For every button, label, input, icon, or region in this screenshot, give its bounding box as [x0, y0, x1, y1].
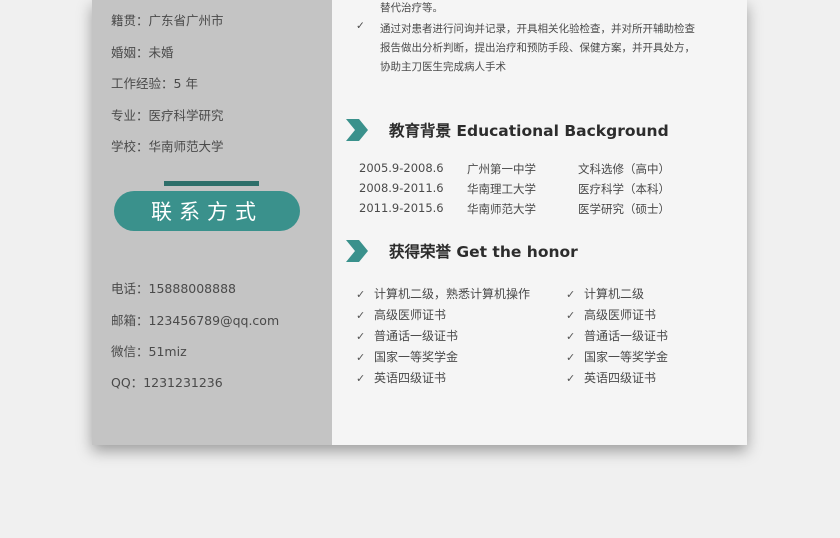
honor-item: ✓ 国家一等奖学金 — [566, 348, 668, 365]
resume-page: 籍贯：广东省广州市 婚姻：未婚 工作经验：5 年 专业：医疗科学研究 学校：华南… — [92, 0, 747, 445]
info-label: 婚姻： — [111, 45, 149, 60]
honor-item: ✓ 普通话一级证书 — [356, 327, 458, 344]
info-value: 5 年 — [173, 76, 198, 91]
honor-text: 高级医师证书 — [374, 308, 447, 322]
check-icon: ✓ — [356, 372, 366, 385]
info-value: 医疗科学研究 — [148, 108, 224, 123]
honor-item: ✓ 国家一等奖学金 — [356, 348, 458, 365]
honors-heading: 获得荣誉 Get the honor — [346, 240, 578, 262]
honor-item: ✓ 英语四级证书 — [356, 369, 446, 386]
contact-value: 15888008888 — [148, 281, 236, 296]
contact-value: 1231231236 — [143, 375, 223, 390]
honor-item: ✓ 高级医师证书 — [356, 306, 446, 323]
edu-period: 2005.9-2008.6 — [359, 161, 444, 175]
edu-school: 华南师范大学 — [467, 202, 536, 216]
info-label: 专业： — [111, 108, 149, 123]
honor-item: ✓ 计算机二级 — [566, 285, 644, 302]
honor-text: 计算机二级 — [584, 287, 645, 301]
edu-school: 广州第一中学 — [467, 162, 536, 176]
contact-phone: 电话：15888008888 — [111, 278, 236, 297]
info-value: 未婚 — [148, 45, 174, 60]
contact-email: 邮箱：123456789@qq.com — [111, 310, 279, 329]
check-icon: ✓ — [356, 309, 366, 322]
edu-period: 2008.9-2011.6 — [359, 181, 444, 195]
info-hometown: 籍贯：广东省广州市 — [111, 10, 224, 29]
check-icon: ✓ — [356, 330, 366, 343]
main-content: 替代治疗等。 ✓ 通过对患者进行问询并记录，开具相关化验检查，并对所开辅助检查 … — [332, 0, 747, 445]
info-label: 籍贯： — [111, 13, 149, 28]
info-value: 广东省广州市 — [148, 13, 224, 28]
honor-item: ✓ 计算机二级，熟悉计算机操作 — [356, 285, 530, 302]
work-line: 报告做出分析判断，提出治疗和预防手段、保健方案，并开具处方， — [380, 42, 695, 54]
edu-major: 文科选修（高中） — [578, 162, 670, 176]
check-icon: ✓ — [356, 351, 366, 364]
chevron-right-icon — [346, 240, 368, 262]
honor-text: 英语四级证书 — [374, 371, 447, 385]
contact-heading: 联系方式 — [114, 191, 300, 231]
info-value: 华南师范大学 — [148, 139, 224, 154]
section-title: 获得荣誉 Get the honor — [389, 243, 578, 261]
honor-item: ✓ 普通话一级证书 — [566, 327, 668, 344]
chevron-right-icon — [346, 119, 368, 141]
contact-value: 123456789@qq.com — [148, 313, 280, 328]
work-top-line: 替代治疗等。 — [380, 2, 443, 14]
info-label: 工作经验： — [111, 76, 174, 91]
info-school: 学校：华南师范大学 — [111, 136, 224, 155]
check-icon: ✓ — [356, 288, 366, 301]
edu-major: 医疗科学（本科） — [578, 182, 670, 196]
education-heading: 教育背景 Educational Background — [346, 119, 669, 141]
check-icon: ✓ — [566, 372, 576, 385]
contact-qq: QQ：1231231236 — [111, 372, 223, 391]
info-experience: 工作经验：5 年 — [111, 73, 198, 92]
sidebar: 籍贯：广东省广州市 婚姻：未婚 工作经验：5 年 专业：医疗科学研究 学校：华南… — [92, 0, 332, 445]
honor-text: 英语四级证书 — [584, 371, 657, 385]
contact-accent-bar — [164, 181, 259, 186]
contact-wechat: 微信：51miz — [111, 341, 187, 360]
contact-label: QQ： — [111, 375, 144, 390]
honor-item: ✓ 英语四级证书 — [566, 369, 656, 386]
contact-label: 微信： — [111, 344, 149, 359]
check-icon: ✓ — [566, 351, 576, 364]
work-item: 通过对患者进行问询并记录，开具相关化验检查，并对所开辅助检查 报告做出分析判断，… — [380, 20, 695, 77]
work-check-icon: ✓ — [356, 20, 365, 32]
check-icon: ✓ — [566, 330, 576, 343]
edu-period: 2011.9-2015.6 — [359, 201, 444, 215]
honor-text: 普通话一级证书 — [584, 329, 669, 343]
info-marital: 婚姻：未婚 — [111, 42, 174, 61]
info-major: 专业：医疗科学研究 — [111, 105, 224, 124]
section-title: 教育背景 Educational Background — [389, 122, 669, 140]
honor-text: 国家一等奖学金 — [584, 350, 669, 364]
contact-value: 51miz — [148, 344, 187, 359]
honor-item: ✓ 高级医师证书 — [566, 306, 656, 323]
honor-text: 高级医师证书 — [584, 308, 657, 322]
info-label: 学校： — [111, 139, 149, 154]
work-line: 通过对患者进行问询并记录，开具相关化验检查，并对所开辅助检查 — [380, 23, 695, 35]
contact-label: 邮箱： — [111, 313, 149, 328]
work-line: 协助主刀医生完成病人手术 — [380, 61, 506, 73]
honor-text: 计算机二级，熟悉计算机操作 — [374, 287, 531, 301]
honor-text: 国家一等奖学金 — [374, 350, 459, 364]
edu-major: 医学研究（硕士） — [578, 202, 670, 216]
check-icon: ✓ — [566, 288, 576, 301]
check-icon: ✓ — [566, 309, 576, 322]
honor-text: 普通话一级证书 — [374, 329, 459, 343]
contact-label: 电话： — [111, 281, 149, 296]
edu-school: 华南理工大学 — [467, 182, 536, 196]
